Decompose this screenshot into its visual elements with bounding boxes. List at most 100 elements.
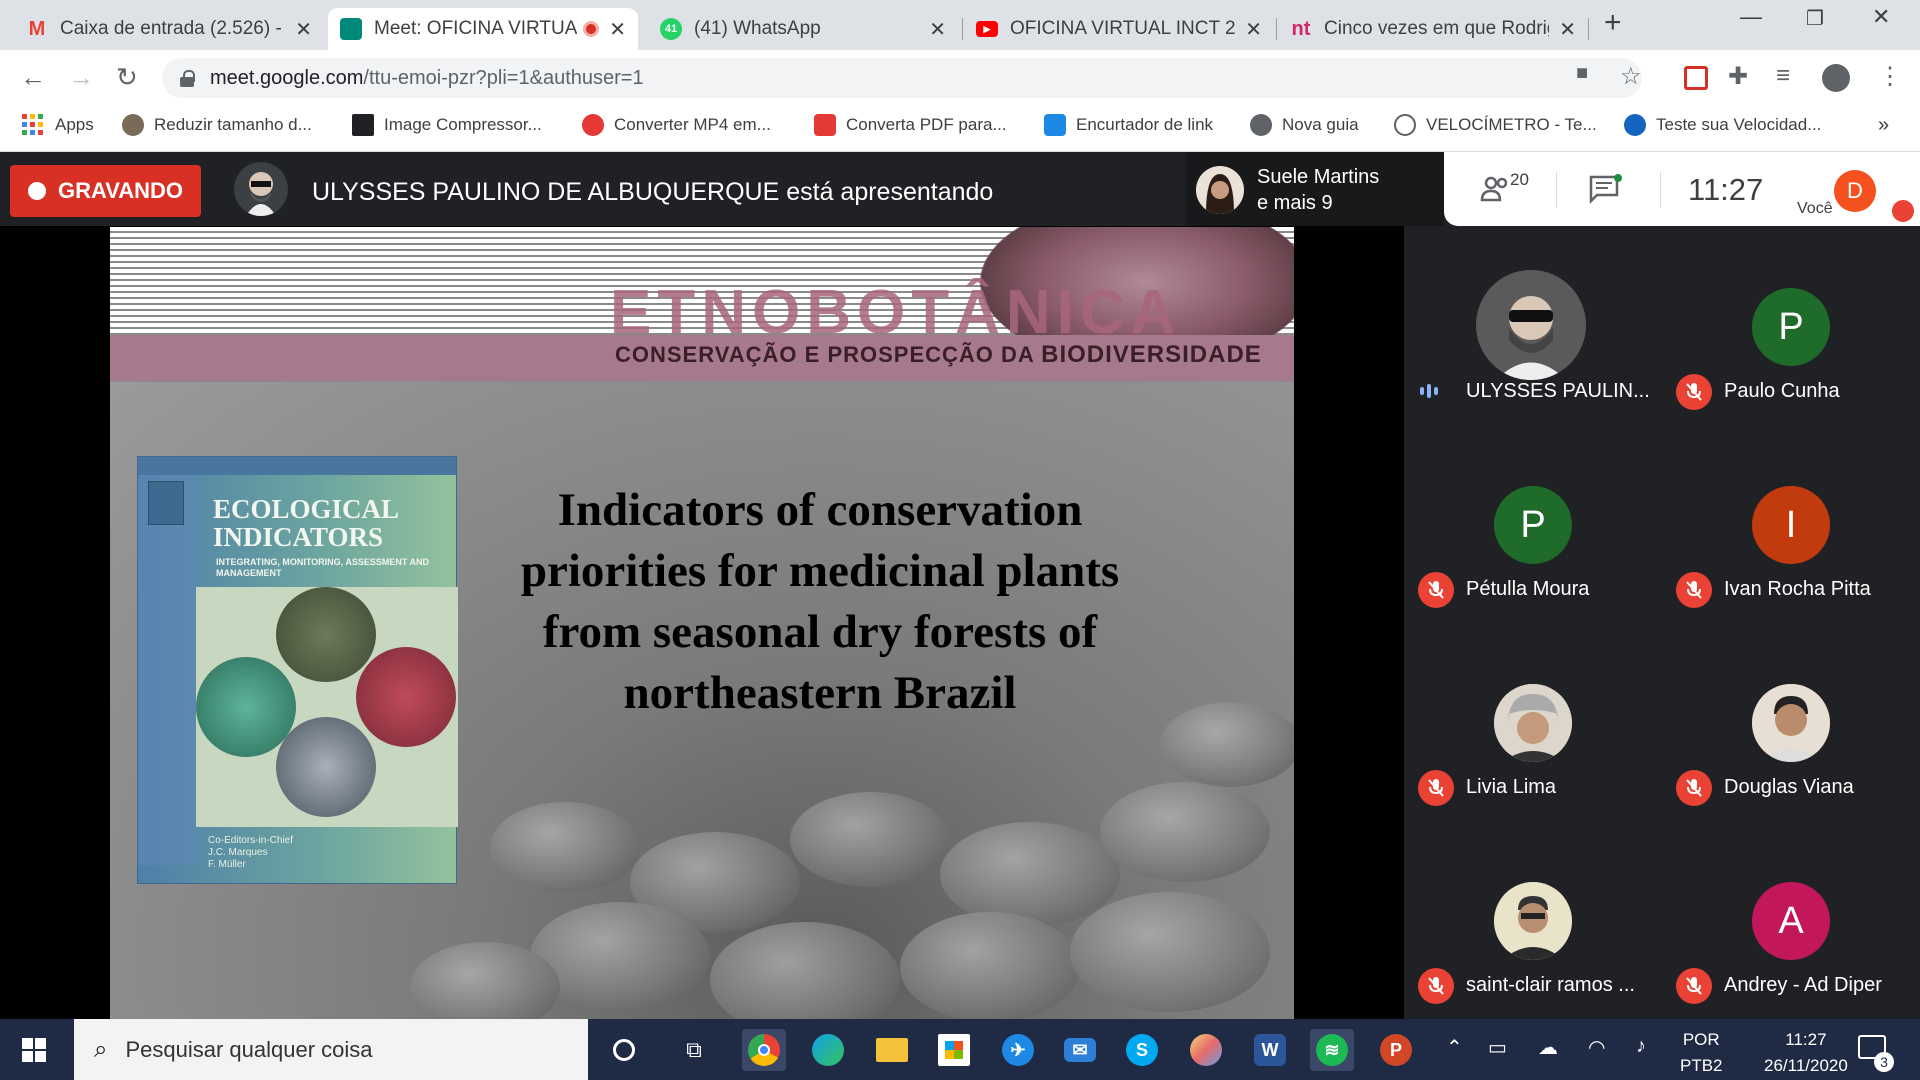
participant-tile[interactable]: ULYSSES PAULIN... xyxy=(1404,226,1662,424)
close-tab-icon[interactable]: ✕ xyxy=(609,17,626,42)
tab-whatsapp[interactable]: 41 (41) WhatsApp ✕ xyxy=(648,8,958,50)
close-tab-icon[interactable]: ✕ xyxy=(1559,17,1576,42)
powerpoint-icon[interactable]: P xyxy=(1374,1029,1418,1071)
journal-subtitle: INTEGRATING, MONITORING, ASSESSMENT AND … xyxy=(216,557,430,578)
word-icon[interactable]: W xyxy=(1248,1029,1292,1071)
forward-icon[interactable]: → xyxy=(68,62,94,93)
onedrive-icon[interactable]: ☁ xyxy=(1538,1035,1558,1060)
chat-icon[interactable] xyxy=(1588,174,1622,211)
close-tab-icon[interactable]: ✕ xyxy=(1245,17,1262,42)
bookmark-item[interactable]: Reduzir tamanho d... xyxy=(122,114,312,136)
extensions-puzzle-icon[interactable]: ✚ xyxy=(1728,62,1748,91)
skype-icon[interactable]: S xyxy=(1120,1029,1164,1071)
participant-avatar: P xyxy=(1752,288,1830,366)
people-icon[interactable] xyxy=(1480,174,1514,211)
reload-icon[interactable]: ↻ xyxy=(116,62,138,93)
tab-separator xyxy=(962,18,963,40)
address-bar[interactable]: meet.google.com/ttu-emoi-pzr?pli=1&authu… xyxy=(162,58,1642,98)
meet-top-bar: GRAVANDO ULYSSES PAULINO DE ALBUQUERQUE … xyxy=(0,152,1920,226)
close-tab-icon[interactable]: ✕ xyxy=(295,17,312,42)
file-explorer-icon[interactable] xyxy=(870,1029,914,1071)
journal-title: ECOLOGICAL INDICATORS xyxy=(213,494,400,552)
bookmark-item[interactable]: Image Compressor... xyxy=(352,114,542,136)
speedometer-icon xyxy=(1394,114,1416,136)
participant-name: Pétulla Moura xyxy=(1466,578,1590,600)
people-preview-line2: e mais 9 xyxy=(1257,192,1333,214)
journal-cover-image: ECOLOGICAL INDICATORS INTEGRATING, MONIT… xyxy=(137,456,458,884)
close-tab-icon[interactable]: ✕ xyxy=(929,17,946,42)
bookmark-item[interactable]: Teste sua Velocidad... xyxy=(1624,114,1821,136)
paint-icon[interactable] xyxy=(1184,1029,1228,1071)
system-clock[interactable]: 11:27 26/11/2020 xyxy=(1764,1027,1848,1079)
restore-button[interactable]: ❐ xyxy=(1806,6,1824,31)
url-text: meet.google.com/ttu-emoi-pzr?pli=1&authu… xyxy=(210,66,644,89)
tray-chevron-icon[interactable]: ⌃ xyxy=(1446,1035,1463,1060)
bookmark-label: Reduzir tamanho d... xyxy=(154,115,312,134)
mic-off-icon xyxy=(1418,572,1454,608)
participant-tile[interactable]: saint-clair ramos ... xyxy=(1404,820,1662,1018)
participant-tile[interactable]: I Ivan Rocha Pitta xyxy=(1662,424,1920,622)
input-language[interactable]: POR PTB2 xyxy=(1680,1027,1723,1079)
spotify-icon[interactable]: ≋ xyxy=(1310,1029,1354,1071)
journal-cover-header xyxy=(138,457,456,475)
self-avatar[interactable]: D xyxy=(1834,170,1876,212)
cortana-icon[interactable] xyxy=(602,1029,646,1071)
windows-start-icon[interactable] xyxy=(22,1038,46,1062)
browser-app-icon[interactable]: ✈ xyxy=(996,1029,1040,1071)
bookmarks-overflow-button[interactable]: » xyxy=(1878,114,1889,137)
tab-youtube[interactable]: ▶ OFICINA VIRTUAL INCT 202 ✕ xyxy=(964,8,1274,50)
tab-nt[interactable]: nt Cinco vezes em que Rodrig ✕ xyxy=(1278,8,1588,50)
journal-cover-collage xyxy=(196,587,458,827)
participant-tile[interactable]: Douglas Viana xyxy=(1662,622,1920,820)
tab-meet[interactable]: Meet: OFICINA VIRTUA ✕ xyxy=(328,8,638,50)
battery-icon[interactable]: ▭ xyxy=(1488,1035,1507,1060)
participant-tile[interactable]: P Paulo Cunha xyxy=(1662,226,1920,424)
store-icon[interactable] xyxy=(932,1029,976,1071)
participant-photo xyxy=(1494,882,1572,960)
profile-icon[interactable] xyxy=(1822,64,1850,92)
task-view-icon[interactable]: ⧉ xyxy=(672,1029,716,1071)
camera-icon[interactable]: ■ xyxy=(1576,62,1588,85)
bookmark-item[interactable]: VELOCÍMETRO - Te... xyxy=(1394,114,1597,136)
close-window-button[interactable]: ✕ xyxy=(1872,4,1890,30)
mail-icon[interactable]: ✉ xyxy=(1058,1029,1102,1071)
people-preview-line1: Suele Martins xyxy=(1257,166,1380,188)
nt-icon: nt xyxy=(1291,17,1311,40)
link-icon xyxy=(1044,114,1066,136)
bookmark-item[interactable]: Encurtador de link xyxy=(1044,114,1213,136)
back-icon[interactable]: ← xyxy=(20,62,46,93)
chrome-icon[interactable] xyxy=(742,1029,786,1071)
minimize-button[interactable]: — xyxy=(1740,4,1762,30)
whatsapp-icon: 41 xyxy=(660,18,682,40)
participant-tile[interactable]: P Pétulla Moura xyxy=(1404,424,1662,622)
people-preview-text: Suele Martins e mais 9 xyxy=(1257,164,1379,216)
speedtest-icon xyxy=(1624,114,1646,136)
participant-avatar: A xyxy=(1752,882,1830,960)
bookmark-star-icon[interactable]: ☆ xyxy=(1620,62,1642,91)
bookmark-item[interactable]: Converter MP4 em... xyxy=(582,114,771,136)
slide-title: Indicators of conservation priorities fo… xyxy=(520,484,1120,719)
recording-badge[interactable]: GRAVANDO xyxy=(10,165,201,217)
tab-gmail[interactable]: M Caixa de entrada (2.526) - d ✕ xyxy=(14,8,324,50)
taskbar-search-box[interactable]: ⌕ Pesquisar qualquer coisa xyxy=(74,1019,588,1080)
bookmark-label: Nova guia xyxy=(1282,115,1359,134)
network-icon[interactable]: ◠ xyxy=(1588,1035,1605,1060)
participant-photo xyxy=(1752,684,1830,762)
bookmark-item[interactable]: Nova guia xyxy=(1250,114,1359,136)
volume-icon[interactable]: ♪ xyxy=(1636,1035,1646,1058)
bookmark-apps[interactable]: Apps xyxy=(22,114,94,135)
tab-title: OFICINA VIRTUAL INCT 202 xyxy=(1010,18,1236,39)
tab-title: Meet: OFICINA VIRTUA xyxy=(374,18,578,39)
new-tab-button[interactable]: + xyxy=(1604,6,1622,40)
participant-photo xyxy=(1494,684,1572,762)
extension-shield-icon[interactable] xyxy=(1684,66,1708,90)
notification-count: 3 xyxy=(1874,1052,1894,1072)
participant-tile[interactable]: A Andrey - Ad Diper xyxy=(1662,820,1920,1018)
bookmark-item[interactable]: Converta PDF para... xyxy=(814,114,1007,136)
bookmark-label: VELOCÍMETRO - Te... xyxy=(1426,115,1597,134)
menu-dots-icon[interactable]: ⋮ xyxy=(1878,62,1902,91)
edge-icon[interactable] xyxy=(806,1029,850,1071)
participant-tile[interactable]: Livia Lima xyxy=(1404,622,1662,820)
media-queue-icon[interactable]: ≡ xyxy=(1776,62,1790,90)
participant-avatar: P xyxy=(1494,486,1572,564)
